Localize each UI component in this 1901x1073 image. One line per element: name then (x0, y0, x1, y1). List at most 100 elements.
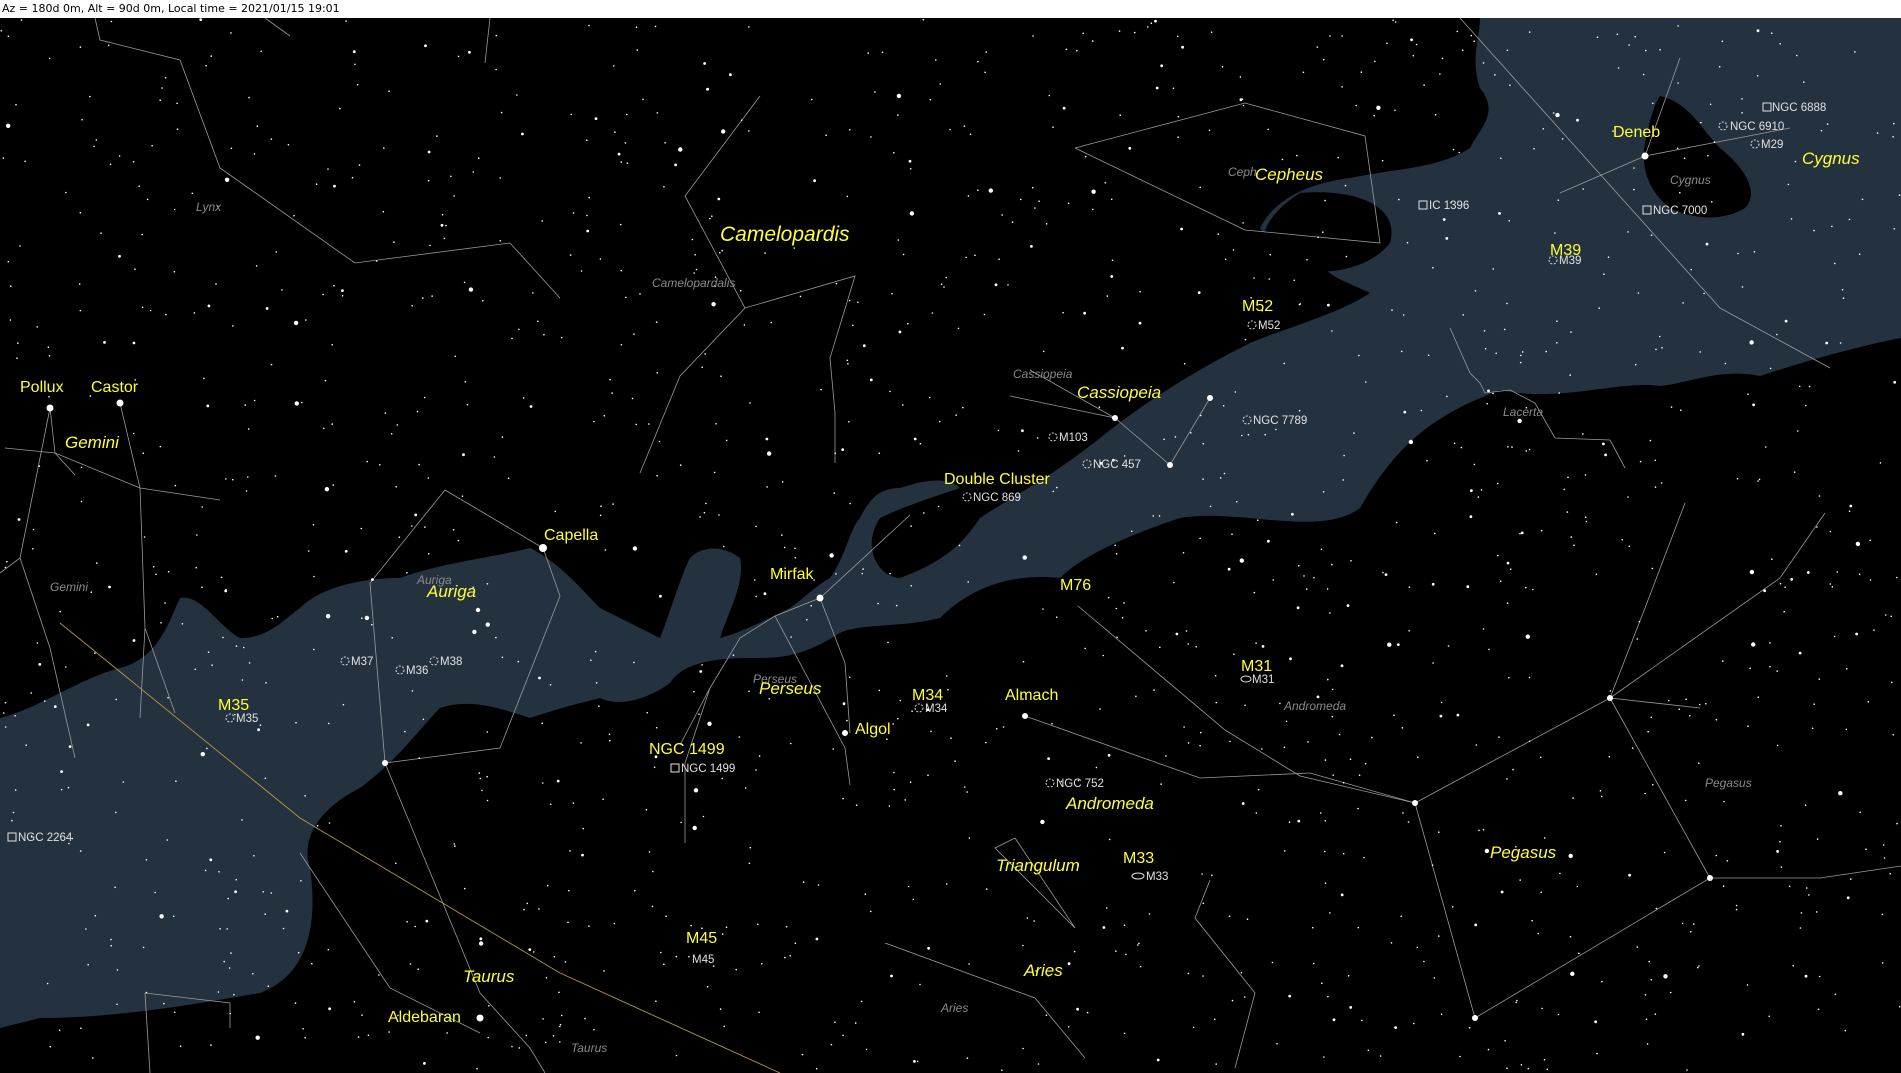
star (1042, 350, 1045, 353)
star (1342, 852, 1345, 855)
star (1648, 960, 1650, 963)
label-capella: Capella (544, 527, 598, 544)
star (525, 1034, 528, 1037)
star (963, 125, 966, 127)
star (103, 341, 106, 344)
star (893, 771, 895, 774)
star (908, 159, 912, 163)
star (1508, 220, 1510, 222)
star (1818, 495, 1821, 497)
star (165, 313, 167, 316)
star (909, 211, 915, 216)
star (1331, 330, 1333, 332)
star (1255, 812, 1258, 814)
star (1231, 999, 1234, 1002)
star (1633, 188, 1635, 191)
star (360, 527, 363, 530)
star (1709, 103, 1712, 106)
star (631, 397, 634, 400)
star (1214, 675, 1217, 677)
star (304, 795, 306, 797)
star (703, 511, 706, 514)
star (499, 240, 502, 242)
star (569, 254, 572, 256)
star (854, 1022, 857, 1024)
star (1145, 630, 1147, 632)
star (1011, 221, 1014, 223)
star (1834, 993, 1837, 996)
star (118, 155, 121, 157)
star (1831, 225, 1833, 228)
star (1533, 148, 1535, 150)
label-cassiopeia: Cassiopeia (1077, 383, 1161, 402)
star (1177, 136, 1179, 138)
star (1306, 259, 1308, 261)
label-m35: M35 (218, 697, 249, 714)
star (603, 414, 606, 417)
star (107, 44, 110, 47)
star (1818, 975, 1821, 978)
star (869, 378, 873, 382)
star (204, 869, 207, 872)
star (1298, 409, 1301, 412)
star (586, 229, 590, 233)
star (931, 312, 934, 314)
star (559, 1041, 561, 1043)
star (784, 956, 786, 959)
star (899, 699, 902, 702)
star (549, 803, 552, 806)
star (1647, 730, 1649, 733)
sky-chart-svg[interactable]: Lynx Camelopardalis Ceph Cygnus Cassiope… (0, 18, 1901, 1073)
star (1108, 838, 1111, 841)
star (132, 432, 135, 435)
star (699, 516, 701, 518)
star (1686, 1069, 1688, 1071)
star (1174, 436, 1177, 438)
star (116, 1003, 118, 1006)
star (143, 536, 146, 538)
star (20, 19, 23, 21)
star (656, 372, 658, 374)
star (1563, 488, 1566, 491)
star (1038, 200, 1040, 202)
star (954, 760, 956, 762)
star (595, 682, 598, 684)
star (115, 698, 117, 701)
star (675, 1054, 678, 1057)
sky-chart[interactable]: Lynx Camelopardalis Ceph Cygnus Cassiope… (0, 18, 1901, 1073)
star (874, 91, 876, 93)
star (1317, 236, 1319, 239)
star (1603, 273, 1605, 275)
label-ngc869: NGC 869 (973, 492, 1021, 504)
star (331, 344, 334, 346)
star (928, 396, 931, 399)
star (704, 353, 706, 355)
star (472, 629, 477, 635)
star (297, 951, 300, 954)
star (1313, 576, 1315, 579)
star (1698, 703, 1701, 706)
star (860, 1000, 863, 1003)
star (1585, 520, 1588, 523)
star (164, 77, 167, 79)
star (1798, 651, 1802, 655)
star (1123, 455, 1126, 457)
star (7, 260, 10, 263)
star (1139, 965, 1142, 968)
star (813, 579, 815, 581)
star (763, 592, 767, 596)
star (1034, 207, 1036, 209)
star (586, 214, 588, 217)
star (1813, 229, 1815, 232)
star (1045, 223, 1048, 225)
star (1030, 245, 1033, 248)
star (1401, 727, 1404, 729)
star (706, 87, 710, 91)
star (2, 157, 5, 159)
star (1155, 86, 1159, 90)
star (1324, 820, 1327, 822)
star (1402, 314, 1405, 316)
star (680, 821, 682, 824)
star (1324, 850, 1326, 853)
star (1431, 864, 1434, 866)
